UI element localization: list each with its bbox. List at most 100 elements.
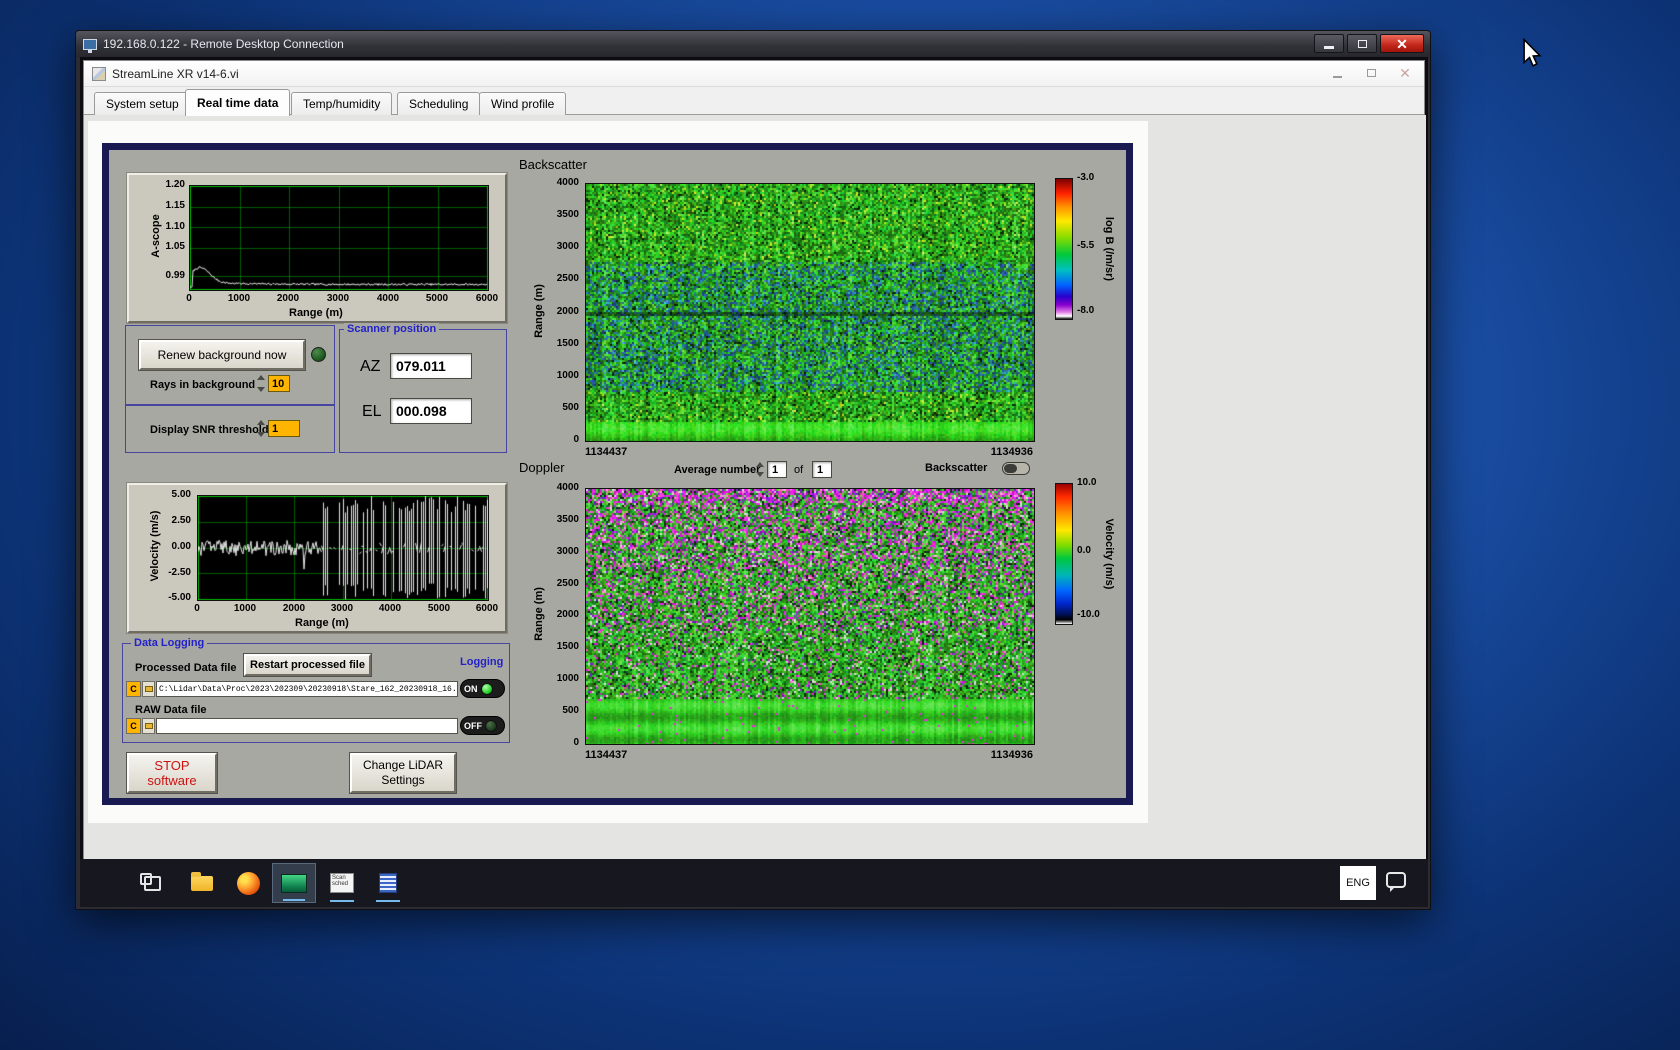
average-number-field[interactable]: 1 (767, 461, 787, 478)
vi-icon (92, 66, 106, 81)
rdp-close-button[interactable]: ✕ (1380, 34, 1424, 53)
ascope-ytick: 1.15 (165, 200, 185, 211)
renew-background-led[interactable] (311, 347, 326, 362)
tab-temp-humidity[interactable]: Temp/humidity (291, 92, 393, 115)
backscatter-toggle-label: Backscatter (925, 462, 988, 474)
app-titlebar[interactable]: StreamLine XR v14-6.vi ✕ (84, 61, 1424, 87)
raw-logging-led (485, 719, 497, 732)
doppler-ytick: 0 (573, 737, 579, 748)
backscatter-ytick: 3000 (556, 241, 579, 252)
el-value-field[interactable]: 000.098 (390, 398, 472, 424)
snr-threshold-value[interactable]: 1 (268, 420, 300, 437)
app-title: StreamLine XR v14-6.vi (112, 66, 239, 81)
velocity-xtick: 0 (194, 603, 200, 614)
ascope-graph (189, 185, 489, 291)
rdp-titlebar[interactable]: 192.168.0.122 - Remote Desktop Connectio… (76, 31, 1430, 57)
tab-scheduling[interactable]: Scheduling (397, 92, 481, 115)
rdp-icon (83, 38, 97, 53)
doppler-cb-tick: -10.0 (1077, 609, 1100, 620)
backscatter-display-toggle[interactable] (1002, 462, 1030, 475)
raw-path-field[interactable] (156, 718, 458, 734)
processed-toggle-label: ON (464, 683, 478, 694)
az-value-field[interactable]: 079.011 (390, 353, 472, 379)
ascope-ytick: 1.20 (165, 179, 185, 190)
scanner-position-box: Scanner position AZ 079.011 EL 000.098 (339, 323, 507, 453)
minimize-icon (1324, 45, 1334, 49)
ascope-xtick: 3000 (326, 293, 350, 304)
document-app-button[interactable] (366, 863, 410, 903)
velocity-xtick: 2000 (282, 603, 306, 614)
doppler-ytick: 1000 (556, 673, 579, 684)
language-indicator[interactable]: ENG (1340, 866, 1376, 900)
logging-label: Logging (460, 656, 504, 668)
restore-icon (1357, 39, 1367, 48)
ascope-xtick: 6000 (475, 293, 499, 304)
raw-toggle-label: OFF (464, 720, 482, 731)
ascope-xtick: 4000 (376, 293, 400, 304)
change-lidar-settings-button[interactable]: Change LiDAR Settings (350, 753, 456, 793)
doppler-cb-tick: 10.0 (1077, 477, 1097, 488)
rdp-minimize-button[interactable] (1314, 34, 1344, 53)
task-view-button[interactable] (130, 863, 174, 903)
backscatter-x-start: 1134437 (585, 446, 628, 458)
tab-real-time-data[interactable]: Real time data (185, 89, 291, 116)
streamline-app-button[interactable] (272, 863, 316, 903)
tab-system-setup[interactable]: System setup (94, 92, 191, 115)
stop-software-button[interactable]: STOP software (127, 753, 217, 793)
rays-spinner-arrows[interactable] (257, 375, 266, 392)
firefox-icon (236, 871, 260, 895)
document-app-icon (379, 873, 397, 893)
doppler-ytick: 4000 (556, 482, 579, 493)
background-control-box: Renew background now Rays in background … (125, 325, 335, 405)
app-minimize-button[interactable] (1328, 65, 1346, 81)
average-spinner-arrows[interactable] (756, 462, 765, 477)
change-button-line2: Settings (381, 773, 425, 787)
ascope-xtick: 5000 (425, 293, 449, 304)
backscatter-ytick: 1000 (556, 370, 579, 381)
processed-path-field[interactable]: C:\Lidar\Data\Proc\2023\202309\20230918\… (156, 681, 458, 697)
velocity-plot-box: Velocity (m/s) 5.00 2.50 0.00 -2.50 -5.0… (127, 483, 507, 633)
tab-wind-profile[interactable]: Wind profile (479, 92, 567, 115)
close-icon: ✕ (1396, 35, 1408, 52)
browse-file-icon[interactable] (142, 718, 155, 734)
doppler-colorbar-label: Velocity (m/s) (1103, 518, 1115, 590)
ascope-plot-box: A-scope 1.20 1.15 1.10 1.05 0.99 0 1000 … (127, 173, 507, 323)
renew-background-button[interactable]: Renew background now (139, 340, 305, 370)
rdp-window-title: 192.168.0.122 - Remote Desktop Connectio… (103, 37, 344, 51)
desktop: 192.168.0.122 - Remote Desktop Connectio… (0, 0, 1680, 1050)
ascope-xtick: 0 (186, 293, 192, 304)
doppler-ytick: 500 (562, 705, 579, 716)
data-logging-box: Data Logging Processed Data file Restart… (122, 637, 510, 743)
processed-logging-toggle[interactable]: ON (460, 679, 505, 698)
drive-select-button[interactable]: C (126, 681, 141, 697)
stop-button-line2: software (147, 773, 197, 788)
chat-icon[interactable] (1386, 872, 1406, 892)
scan-scheduler-button[interactable]: Scan sched (320, 863, 364, 903)
average-count-field[interactable]: 1 (812, 461, 832, 478)
rdp-restore-button[interactable] (1347, 34, 1377, 53)
doppler-ytick: 1500 (556, 641, 579, 652)
velocity-xtick: 4000 (378, 603, 402, 614)
rays-in-background-value[interactable]: 10 (268, 375, 290, 392)
scan-scheduler-icon: Scan sched (330, 873, 354, 893)
velocity-xtick: 3000 (330, 603, 354, 614)
app-close-button[interactable]: ✕ (1396, 65, 1414, 81)
browse-file-icon[interactable] (142, 681, 155, 697)
snr-spinner-arrows[interactable] (257, 420, 266, 437)
backscatter-cb-tick: -8.0 (1077, 305, 1095, 316)
ascope-xtick: 1000 (227, 293, 251, 304)
app-restore-button[interactable] (1362, 65, 1380, 81)
file-explorer-button[interactable] (180, 863, 224, 903)
backscatter-ytick: 3500 (556, 209, 579, 220)
backscatter-title: Backscatter (519, 157, 587, 172)
raw-data-file-label: RAW Data file (135, 704, 207, 716)
rdp-window: 192.168.0.122 - Remote Desktop Connectio… (75, 30, 1431, 910)
active-app-indicator (283, 899, 305, 901)
drive-select-button[interactable]: C (126, 718, 141, 734)
raw-logging-toggle[interactable]: OFF (460, 716, 505, 735)
restart-processed-file-button[interactable]: Restart processed file (244, 654, 371, 676)
firefox-button[interactable] (226, 863, 270, 903)
processed-logging-led (480, 682, 493, 695)
snr-threshold-box: Display SNR threshold 1 (125, 405, 335, 453)
rays-in-background-label: Rays in background (150, 379, 256, 391)
